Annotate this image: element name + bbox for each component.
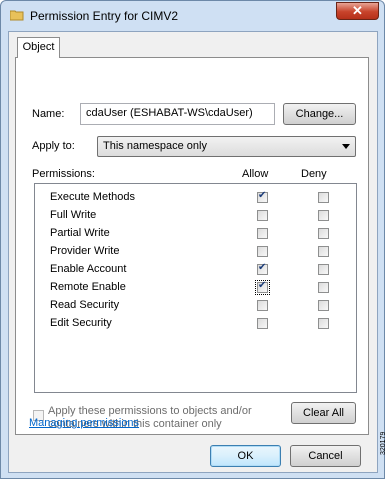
deny-checkbox[interactable] xyxy=(318,282,329,293)
deny-checkbox[interactable] xyxy=(318,246,329,257)
cancel-button[interactable]: Cancel xyxy=(290,445,361,467)
permission-name: Edit Security xyxy=(50,317,112,329)
permission-name: Full Write xyxy=(50,209,97,221)
name-label: Name: xyxy=(32,108,65,120)
permission-row: Full Write xyxy=(35,207,356,225)
permission-row: Read Security xyxy=(35,297,356,315)
deny-checkbox[interactable] xyxy=(318,318,329,329)
deny-checkbox[interactable] xyxy=(318,228,329,239)
figure-id-label: 320179 xyxy=(380,431,387,455)
deny-checkbox[interactable] xyxy=(318,264,329,275)
clear-all-button[interactable]: Clear All xyxy=(291,402,356,424)
change-button[interactable]: Change... xyxy=(283,103,356,125)
dropdown-arrow-icon xyxy=(342,144,350,149)
apply-to-label: Apply to: xyxy=(32,140,75,152)
deny-checkbox[interactable] xyxy=(318,192,329,203)
deny-checkbox[interactable] xyxy=(318,210,329,221)
permission-entry-dialog: Permission Entry for CIMV2 ✕ Object Name… xyxy=(0,0,385,479)
ok-button[interactable]: OK xyxy=(210,445,281,467)
deny-header: Deny xyxy=(301,168,327,180)
deny-checkbox[interactable] xyxy=(318,300,329,311)
permission-name: Provider Write xyxy=(50,245,120,257)
permission-name: Enable Account xyxy=(50,263,127,275)
permission-row: Execute Methods xyxy=(35,189,356,207)
tab-object[interactable]: Object xyxy=(17,37,60,58)
allow-checkbox[interactable] xyxy=(257,210,268,221)
name-field[interactable]: cdaUser (ESHABAT-WS\cdaUser) xyxy=(80,103,275,125)
close-button[interactable]: ✕ xyxy=(336,2,379,20)
managing-permissions-link[interactable]: Managing permissions xyxy=(29,417,139,429)
apply-to-children-label-line1: Apply these permissions to objects and/o… xyxy=(48,405,252,417)
permission-name: Read Security xyxy=(50,299,120,311)
permission-row: Enable Account xyxy=(35,261,356,279)
allow-checkbox[interactable] xyxy=(255,280,270,295)
permission-name: Execute Methods xyxy=(50,191,135,203)
allow-checkbox[interactable] xyxy=(257,228,268,239)
allow-checkbox[interactable] xyxy=(257,318,268,329)
folder-icon xyxy=(10,10,24,21)
allow-checkbox[interactable] xyxy=(257,262,268,275)
permission-name: Remote Enable xyxy=(50,281,126,293)
allow-header: Allow xyxy=(242,168,269,180)
apply-to-value: This namespace only xyxy=(103,140,207,152)
allow-checkbox[interactable] xyxy=(257,300,268,311)
permission-row: Provider Write xyxy=(35,243,356,261)
permission-row: Remote Enable xyxy=(35,279,356,297)
apply-to-select[interactable]: This namespace only xyxy=(97,136,356,157)
dialog-client-area: Object Name: cdaUser (ESHABAT-WS\cdaUser… xyxy=(8,31,378,473)
allow-checkbox[interactable] xyxy=(257,190,268,203)
title-bar: Permission Entry for CIMV2 ✕ xyxy=(1,1,384,31)
permissions-list: Execute Methods Full Write Partial Write… xyxy=(34,183,357,393)
object-tab-panel: Name: cdaUser (ESHABAT-WS\cdaUser) Chang… xyxy=(15,57,369,435)
permission-name: Partial Write xyxy=(50,227,110,239)
window-title: Permission Entry for CIMV2 xyxy=(30,9,179,23)
permissions-label: Permissions: xyxy=(32,168,95,180)
close-icon: ✕ xyxy=(352,3,363,18)
permission-row: Edit Security xyxy=(35,315,356,333)
allow-checkbox[interactable] xyxy=(257,246,268,257)
permission-row: Partial Write xyxy=(35,225,356,243)
